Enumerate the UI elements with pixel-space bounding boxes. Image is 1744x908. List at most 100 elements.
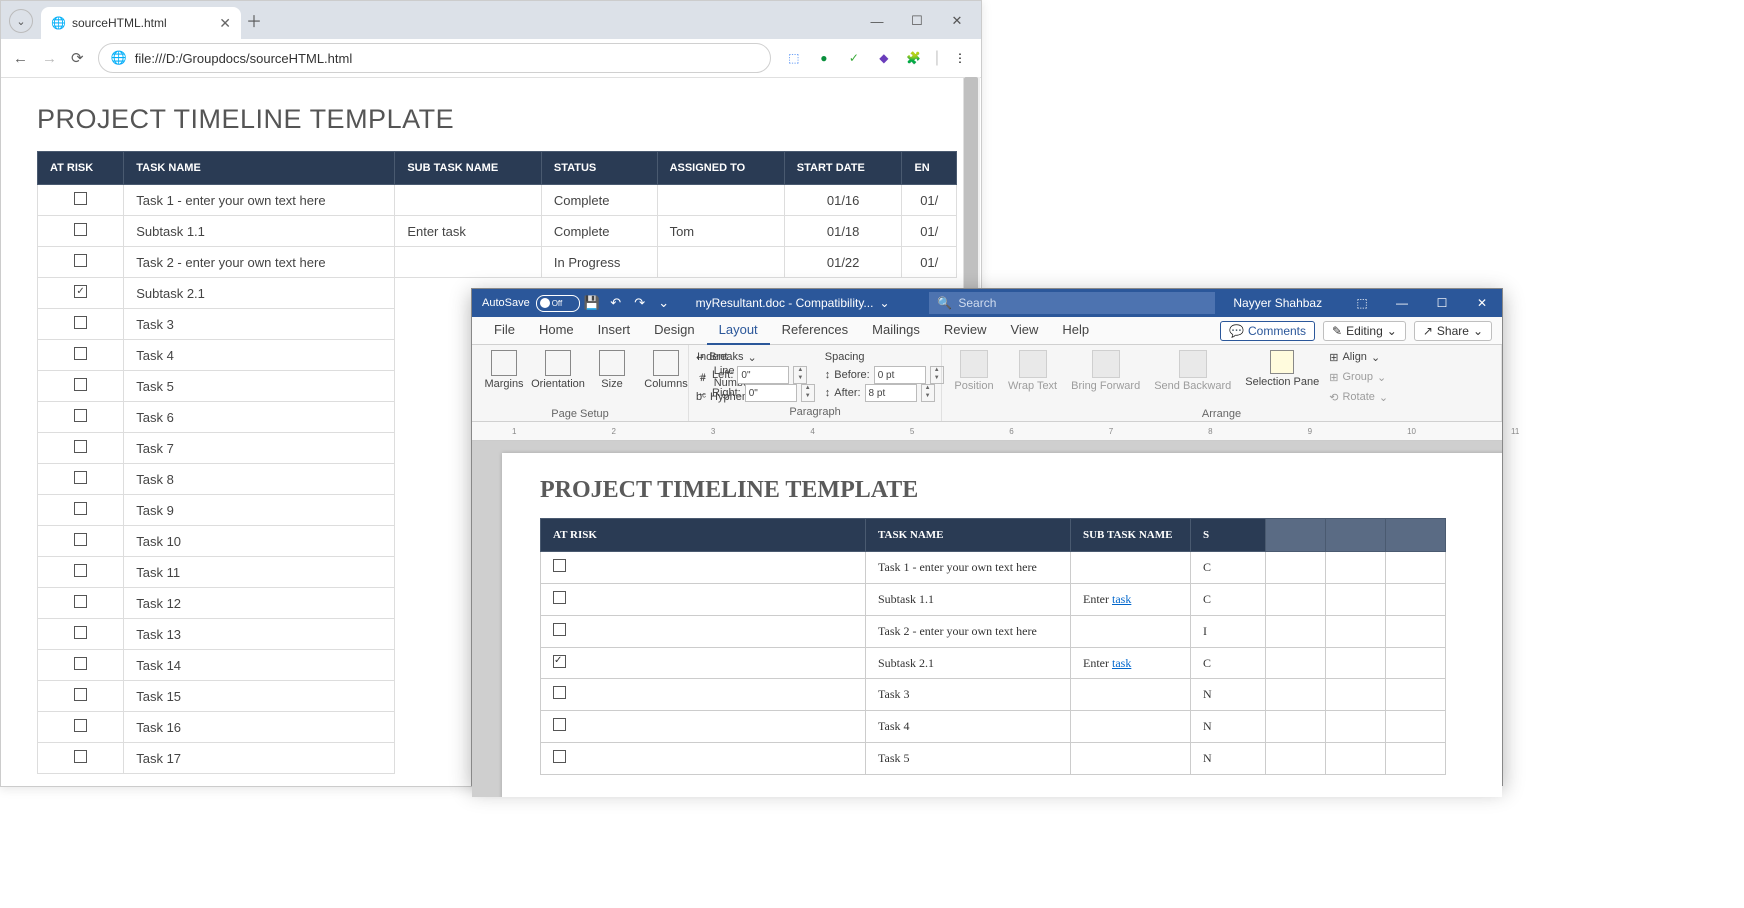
browser-minimize-button[interactable]: — <box>865 9 889 33</box>
spacing-after[interactable]: ↕ After:8 pt▲▼ <box>825 384 944 402</box>
editing-button[interactable]: ✎ Editing ⌄ <box>1323 321 1406 341</box>
forward-button[interactable]: → <box>42 50 57 67</box>
tab-close-icon[interactable]: ✕ <box>219 15 231 32</box>
cell-narrow <box>1386 616 1446 648</box>
checkbox[interactable] <box>74 626 87 639</box>
checkbox[interactable] <box>553 750 566 763</box>
checkbox[interactable] <box>74 471 87 484</box>
spacing-before[interactable]: ↕ Before:0 pt▲▼ <box>825 366 944 384</box>
word-minimize-button[interactable]: — <box>1382 289 1422 317</box>
checkbox[interactable] <box>74 440 87 453</box>
back-button[interactable]: ← <box>13 50 28 67</box>
columns-button[interactable]: Columns <box>642 348 690 392</box>
title-dropdown-icon[interactable]: ⌄ <box>879 296 889 310</box>
checkbox[interactable] <box>553 655 566 668</box>
cell-narrow <box>1266 648 1326 679</box>
indent-right[interactable]: ← Right:0"▲▼ <box>697 384 815 402</box>
ext-icon-1[interactable]: ⬚ <box>785 49 803 67</box>
checkbox[interactable] <box>74 254 87 267</box>
orientation-button[interactable]: Orientation <box>534 348 582 392</box>
ribbon-tab-help[interactable]: Help <box>1050 316 1101 343</box>
column-header: SUB TASK NAME <box>395 152 542 185</box>
checkbox[interactable] <box>74 688 87 701</box>
search-icon: 🔍 <box>937 296 952 310</box>
share-button[interactable]: ↗ Share ⌄ <box>1414 321 1492 341</box>
redo-icon[interactable]: ↷ <box>632 295 648 311</box>
margins-button[interactable]: Margins <box>480 348 528 392</box>
cell-task: Subtask 1.1 <box>866 584 1071 616</box>
ribbon-tab-review[interactable]: Review <box>932 316 999 343</box>
reload-button[interactable]: ⟳ <box>71 49 84 67</box>
cell-end: 01/ <box>902 216 957 247</box>
checkbox[interactable] <box>74 409 87 422</box>
align-button[interactable]: ⊞ Align ⌄ <box>1329 348 1388 366</box>
user-name[interactable]: Nayyer Shahbaz <box>1233 296 1322 310</box>
checkbox[interactable] <box>74 750 87 763</box>
comments-button[interactable]: 💬 Comments <box>1220 321 1315 341</box>
autosave-toggle[interactable]: AutoSave Off <box>482 295 580 312</box>
ribbon-tab-mailings[interactable]: Mailings <box>860 316 932 343</box>
checkbox[interactable] <box>74 223 87 236</box>
checkbox[interactable] <box>74 595 87 608</box>
checkbox[interactable] <box>553 718 566 731</box>
extensions-icon[interactable]: 🧩 <box>905 49 923 67</box>
checkbox[interactable] <box>74 564 87 577</box>
cell-status: N <box>1191 711 1266 743</box>
ribbon-tab-file[interactable]: File <box>482 316 527 343</box>
address-input[interactable]: 🌐 file:///D:/Groupdocs/sourceHTML.html <box>98 43 771 73</box>
address-text: file:///D:/Groupdocs/sourceHTML.html <box>135 51 352 66</box>
cell-task: Subtask 2.1 <box>866 648 1071 679</box>
ribbon-tab-layout[interactable]: Layout <box>707 316 770 345</box>
size-button[interactable]: Size <box>588 348 636 392</box>
ext-icon-3[interactable]: ✓ <box>845 49 863 67</box>
ribbon-display-icon[interactable]: ⬚ <box>1342 289 1382 317</box>
indent-left[interactable]: → Left:0"▲▼ <box>697 366 815 384</box>
ribbon-tab-home[interactable]: Home <box>527 316 586 343</box>
cell-assigned <box>657 247 784 278</box>
word-close-button[interactable]: ✕ <box>1462 289 1502 317</box>
globe-icon: 🌐 <box>51 16 66 30</box>
word-maximize-button[interactable]: ☐ <box>1422 289 1462 317</box>
checkbox[interactable] <box>74 347 87 360</box>
cell-sub: Enter task <box>1071 648 1191 679</box>
qat-dropdown-icon[interactable]: ⌄ <box>656 295 672 311</box>
checkbox[interactable] <box>74 285 87 298</box>
browser-maximize-button[interactable]: ☐ <box>905 9 929 33</box>
checkbox[interactable] <box>74 192 87 205</box>
cell-task: Task 1 - enter your own text here <box>866 552 1071 584</box>
checkbox[interactable] <box>553 686 566 699</box>
page-setup-label: Page Setup <box>480 406 680 420</box>
column-header: S <box>1191 519 1266 552</box>
checkbox[interactable] <box>74 378 87 391</box>
browser-close-button[interactable]: ✕ <box>945 9 969 33</box>
checkbox[interactable] <box>74 316 87 329</box>
ribbon-tab-view[interactable]: View <box>998 316 1050 343</box>
chrome-menu-icon[interactable]: ⋮ <box>951 49 969 67</box>
checkbox[interactable] <box>74 502 87 515</box>
ext-icon-4[interactable]: ◆ <box>875 49 893 67</box>
ruler[interactable]: 1234567891011 <box>472 422 1502 441</box>
undo-icon[interactable]: ↶ <box>608 295 624 311</box>
word-search[interactable]: 🔍 Search <box>929 292 1215 314</box>
ext-icon-2[interactable]: ● <box>815 49 833 67</box>
save-icon[interactable]: 💾 <box>584 295 600 311</box>
checkbox[interactable] <box>74 533 87 546</box>
checkbox[interactable] <box>74 657 87 670</box>
checkbox[interactable] <box>553 559 566 572</box>
ribbon-tab-insert[interactable]: Insert <box>586 316 643 343</box>
checkbox[interactable] <box>553 623 566 636</box>
browser-tab[interactable]: 🌐 sourceHTML.html ✕ <box>41 7 241 39</box>
checkbox[interactable] <box>553 591 566 604</box>
new-tab-button[interactable]: ＋ <box>245 11 263 29</box>
table-row: Task 1 - enter your own text hereC <box>541 552 1446 584</box>
cell-sub: Enter task <box>1071 584 1191 616</box>
checkbox[interactable] <box>74 719 87 732</box>
ribbon-tab-design[interactable]: Design <box>642 316 706 343</box>
ribbon-tab-references[interactable]: References <box>770 316 860 343</box>
tab-search-button[interactable]: ⌄ <box>9 9 33 33</box>
selection-pane-button[interactable]: Selection Pane <box>1241 348 1323 390</box>
column-header: EN <box>902 152 957 185</box>
document-area[interactable]: PROJECT TIMELINE TEMPLATE AT RISKTASK NA… <box>472 441 1502 797</box>
scrollbar-thumb[interactable] <box>964 77 978 297</box>
cell-task: Task 3 <box>866 679 1071 711</box>
